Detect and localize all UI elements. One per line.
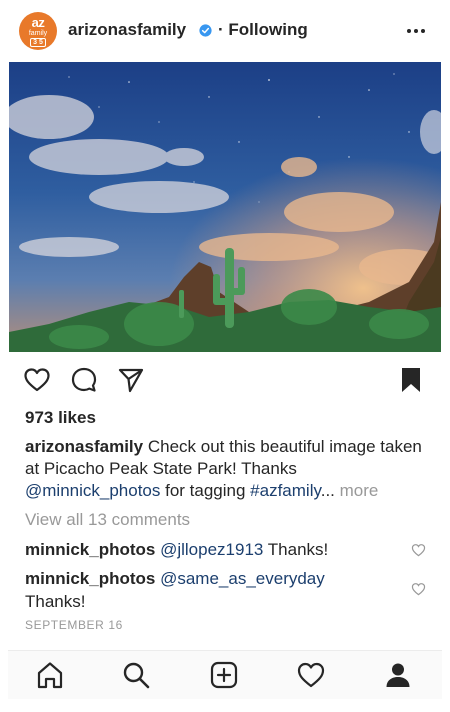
comment-mention[interactable]: @same_as_everyday — [160, 569, 325, 588]
comment-username[interactable]: minnick_photos — [25, 569, 155, 588]
search-icon[interactable] — [121, 660, 151, 690]
comment-item: minnick_photos @jllopez1913 Thanks! — [25, 538, 405, 561]
avatar-text-family: family — [28, 29, 48, 37]
comment-like-heart-icon[interactable] — [411, 582, 426, 596]
comment-mention[interactable]: @jllopez1913 — [160, 540, 263, 559]
comment-like-heart-icon[interactable] — [411, 543, 426, 557]
person-filled-icon[interactable] — [383, 660, 413, 690]
comment-item: minnick_photos @same_as_everyday Thanks! — [25, 567, 405, 613]
bottom-tab-bar — [8, 650, 442, 699]
likes-count[interactable]: 973 likes — [25, 408, 96, 428]
post-username[interactable]: arizonasfamily — [68, 20, 186, 40]
post-header: az family 3 5 arizonasfamily · Following — [0, 0, 450, 62]
avatar-text-az: az — [31, 14, 45, 30]
caption-ellipsis: ... — [320, 481, 335, 500]
caption-mention[interactable]: @minnick_photos — [25, 481, 160, 500]
avatar[interactable]: az family 3 5 — [19, 12, 57, 50]
comment-username[interactable]: minnick_photos — [25, 540, 155, 559]
home-icon[interactable] — [35, 660, 65, 690]
verified-badge-icon — [199, 24, 212, 37]
view-all-comments-link[interactable]: View all 13 comments — [25, 510, 190, 530]
following-button[interactable]: · Following — [218, 20, 308, 40]
more-icon[interactable] — [405, 22, 427, 40]
bookmark-filled-icon[interactable] — [397, 366, 425, 394]
post-actions — [0, 352, 450, 404]
comment-text: Thanks! — [263, 540, 329, 559]
comment-text: Thanks! — [25, 592, 86, 611]
post-date: SEPTEMBER 16 — [25, 618, 123, 632]
post-caption: arizonasfamily Check out this beautiful … — [25, 436, 430, 502]
caption-text-2: for tagging — [160, 481, 251, 500]
following-label: Following — [228, 20, 308, 39]
paper-plane-icon[interactable] — [117, 366, 145, 394]
avatar-text-channel: 3 5 — [30, 37, 46, 47]
heart-icon[interactable] — [23, 366, 51, 394]
comment-icon[interactable] — [70, 366, 98, 394]
separator-dot: · — [218, 20, 224, 39]
caption-more-link[interactable]: more — [335, 481, 379, 500]
activity-heart-icon[interactable] — [296, 660, 326, 690]
caption-username[interactable]: arizonasfamily — [25, 437, 143, 456]
caption-hashtag[interactable]: #azfamily — [250, 481, 321, 500]
post-photo[interactable] — [9, 62, 441, 352]
plus-square-icon[interactable] — [209, 660, 239, 690]
